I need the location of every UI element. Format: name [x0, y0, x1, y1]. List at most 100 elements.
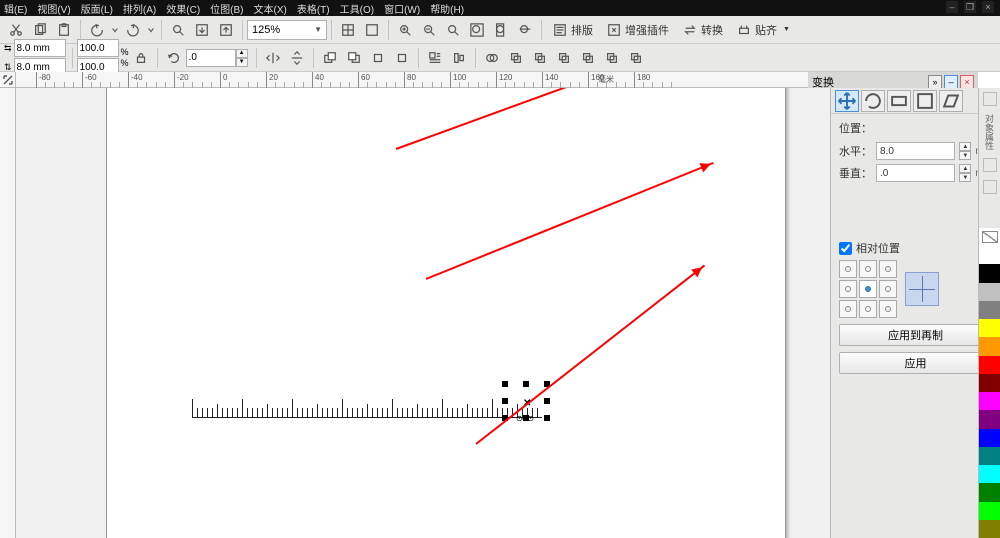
- mirror-v-button[interactable]: [286, 47, 308, 69]
- zoom-combo[interactable]: 125% ▼: [247, 20, 327, 40]
- snap-to-button[interactable]: 贴齐▼: [730, 19, 797, 41]
- fullscreen-button[interactable]: [361, 19, 383, 41]
- color-swatch[interactable]: [979, 283, 1000, 301]
- horizontal-ruler[interactable]: 毫米 -80-60-40-20020406080100120140160180: [16, 72, 808, 88]
- window-restore-button[interactable]: ❐: [964, 1, 976, 13]
- vertical-tab-label[interactable]: 对象属性: [983, 114, 996, 150]
- color-swatch[interactable]: [979, 483, 1000, 501]
- relative-position-checkbox[interactable]: [839, 242, 852, 255]
- object-width-input[interactable]: 8.0 mm: [14, 39, 66, 57]
- tab-size[interactable]: [913, 90, 937, 112]
- copy-button[interactable]: [29, 19, 51, 41]
- to-back-button[interactable]: [343, 47, 365, 69]
- forward-one-button[interactable]: [367, 47, 389, 69]
- menu-help[interactable]: 帮助(H): [430, 1, 464, 16]
- anchor-grid[interactable]: [839, 260, 897, 318]
- color-swatch[interactable]: [979, 301, 1000, 319]
- apply-button[interactable]: 应用: [839, 352, 992, 374]
- weld-button[interactable]: [481, 47, 503, 69]
- window-close-button[interactable]: ×: [982, 1, 994, 13]
- redo-dropdown[interactable]: [146, 19, 156, 41]
- undo-dropdown[interactable]: [110, 19, 120, 41]
- ruler-origin[interactable]: [0, 72, 16, 88]
- undo-button[interactable]: [86, 19, 108, 41]
- h-spin-down[interactable]: ▼: [959, 151, 971, 160]
- h-spin-up[interactable]: ▲: [959, 142, 971, 151]
- tab-skew[interactable]: [939, 90, 963, 112]
- horizontal-input[interactable]: 8.0: [876, 142, 955, 160]
- rotation-up[interactable]: ▲: [236, 49, 248, 58]
- tab-position[interactable]: [835, 90, 859, 112]
- back-one-button[interactable]: [391, 47, 413, 69]
- menu-edit[interactable]: 辑(E): [4, 1, 27, 16]
- cut-button[interactable]: [5, 19, 27, 41]
- zoom-all-button[interactable]: [466, 19, 488, 41]
- drawn-ruler-object[interactable]: [192, 391, 542, 423]
- selection-handles[interactable]: ✕ ⊙⊙⊙: [502, 381, 550, 421]
- typeset-button[interactable]: 排版: [546, 19, 600, 41]
- zoom-out-button[interactable]: [418, 19, 440, 41]
- dock-collapse-button[interactable]: »: [928, 75, 942, 89]
- color-swatch[interactable]: [979, 392, 1000, 410]
- zoom-width-button[interactable]: [514, 19, 536, 41]
- docker-icon-2[interactable]: [983, 158, 997, 172]
- vertical-input[interactable]: .0: [876, 164, 955, 182]
- color-swatch[interactable]: [979, 410, 1000, 428]
- tab-rotate[interactable]: [861, 90, 885, 112]
- front-minus-back-button[interactable]: [577, 47, 599, 69]
- rotation-input[interactable]: .0: [186, 49, 236, 67]
- intersect-button[interactable]: [529, 47, 551, 69]
- snap-button[interactable]: [337, 19, 359, 41]
- color-swatch[interactable]: [979, 319, 1000, 337]
- search-button[interactable]: [167, 19, 189, 41]
- menu-text[interactable]: 文本(X): [254, 1, 287, 16]
- color-swatch[interactable]: [979, 374, 1000, 392]
- menu-table[interactable]: 表格(T): [297, 1, 330, 16]
- zoom-page-button[interactable]: [490, 19, 512, 41]
- mirror-h-button[interactable]: [262, 47, 284, 69]
- wrap-text-button[interactable]: [424, 47, 446, 69]
- no-color-swatch[interactable]: [979, 228, 1000, 246]
- anchor-tl[interactable]: [839, 260, 857, 278]
- vertical-ruler[interactable]: [0, 88, 16, 538]
- menu-bitmap[interactable]: 位图(B): [210, 1, 243, 16]
- v-spin-down[interactable]: ▼: [959, 173, 971, 182]
- anchor-tc[interactable]: [859, 260, 877, 278]
- menu-arrange[interactable]: 排列(A): [123, 1, 156, 16]
- enhance-plugin-button[interactable]: 增强插件: [600, 19, 676, 41]
- color-swatch[interactable]: [979, 264, 1000, 282]
- docker-icon-1[interactable]: [983, 92, 997, 106]
- anchor-bl[interactable]: [839, 300, 857, 318]
- boundary-button[interactable]: [625, 47, 647, 69]
- anchor-bc[interactable]: [859, 300, 877, 318]
- menu-view[interactable]: 视图(V): [37, 1, 70, 16]
- zoom-selection-button[interactable]: [442, 19, 464, 41]
- menu-window[interactable]: 窗口(W): [384, 1, 420, 16]
- menu-tools[interactable]: 工具(O): [340, 1, 374, 16]
- menu-effects[interactable]: 效果(C): [166, 1, 200, 16]
- anchor-ml[interactable]: [839, 280, 857, 298]
- docker-icon-3[interactable]: [983, 180, 997, 194]
- canvas[interactable]: ✕ ⊙⊙⊙: [16, 88, 830, 538]
- rotation-down[interactable]: ▼: [236, 58, 248, 67]
- menu-layout[interactable]: 版面(L): [81, 1, 113, 16]
- color-swatch[interactable]: [979, 429, 1000, 447]
- export-button[interactable]: [215, 19, 237, 41]
- color-swatch[interactable]: [979, 356, 1000, 374]
- zoom-in-button[interactable]: [394, 19, 416, 41]
- convert-button[interactable]: 转换: [676, 19, 730, 41]
- window-minimize-button[interactable]: –: [946, 1, 958, 13]
- align-button[interactable]: [448, 47, 470, 69]
- to-front-button[interactable]: [319, 47, 341, 69]
- anchor-tr[interactable]: [879, 260, 897, 278]
- color-swatch[interactable]: [979, 337, 1000, 355]
- tab-scale[interactable]: [887, 90, 911, 112]
- lock-ratio-button[interactable]: [130, 47, 152, 69]
- scale-x-input[interactable]: 100.0: [77, 39, 119, 57]
- color-swatch[interactable]: [979, 502, 1000, 520]
- color-swatch[interactable]: [979, 520, 1000, 538]
- color-swatch[interactable]: [979, 246, 1000, 264]
- color-swatch[interactable]: [979, 465, 1000, 483]
- dock-minimize-button[interactable]: –: [944, 75, 958, 89]
- simplify-button[interactable]: [553, 47, 575, 69]
